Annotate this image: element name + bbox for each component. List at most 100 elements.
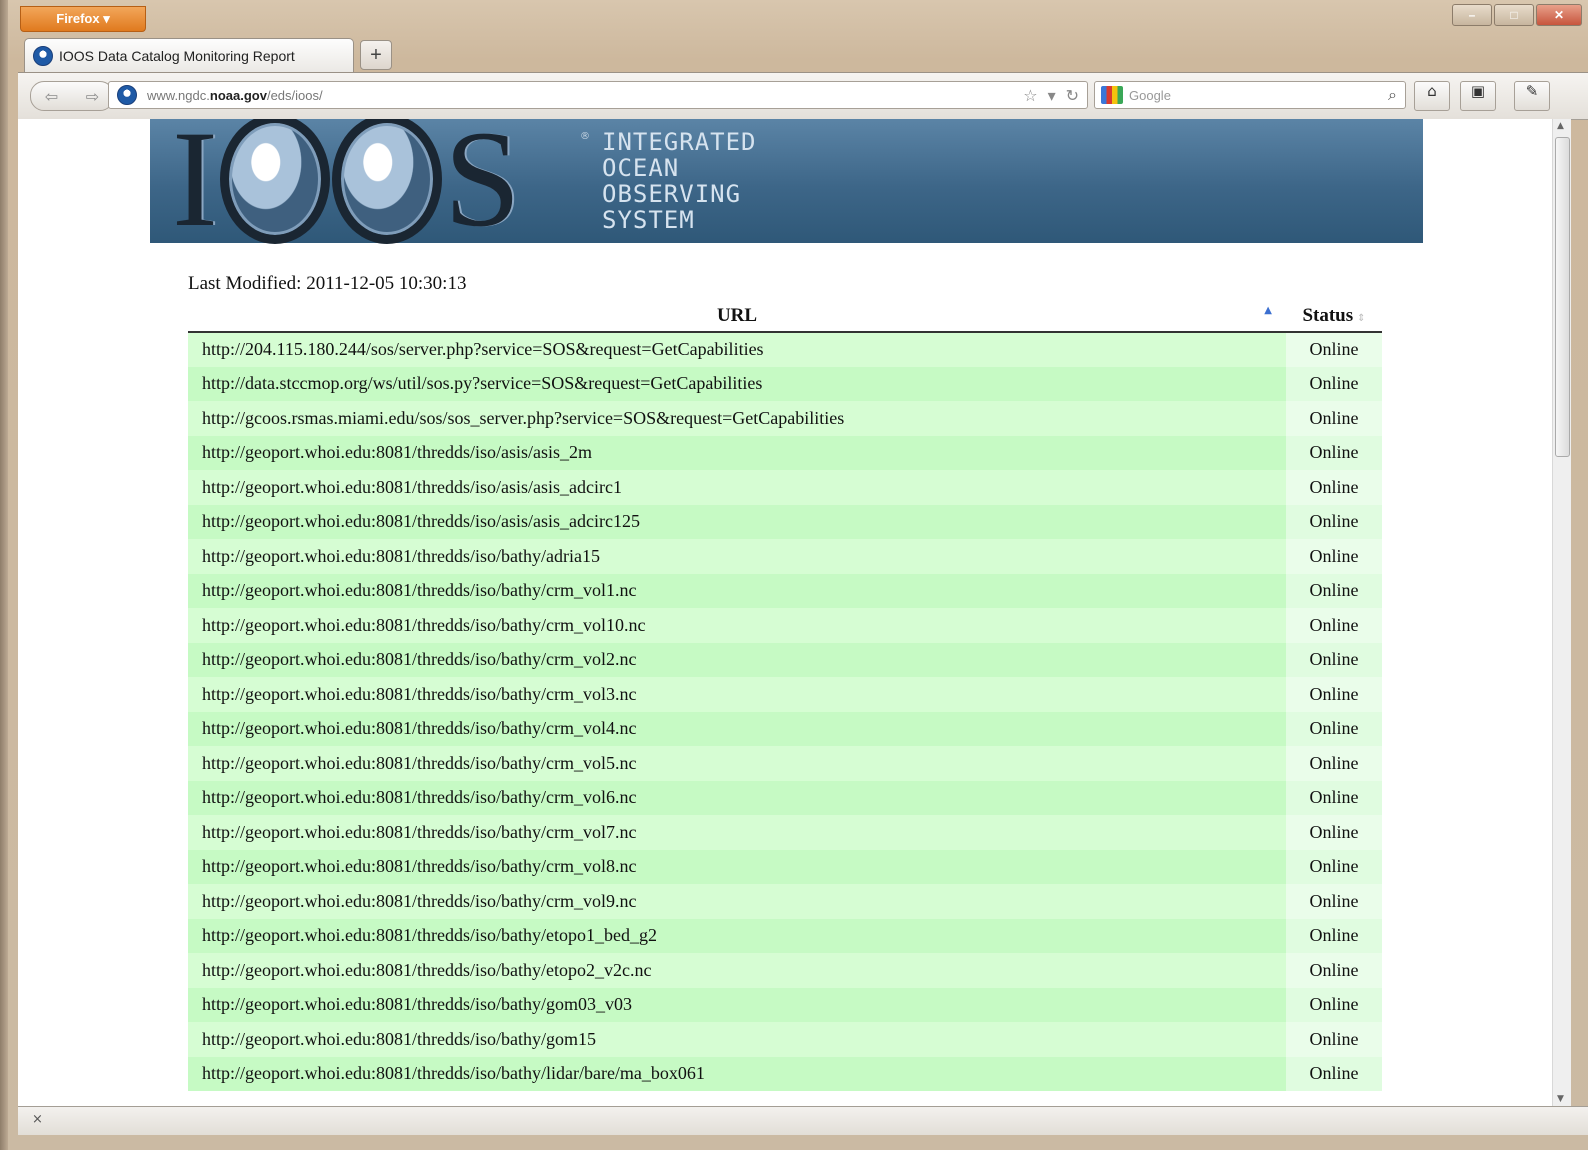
status-cell: Online	[1286, 849, 1382, 884]
status-cell: Online	[1286, 711, 1382, 746]
minimize-button[interactable]: –	[1452, 4, 1492, 26]
sort-icon: ⇕	[1357, 313, 1366, 324]
url-cell: http://geoport.whoi.edu:8081/thredds/iso…	[188, 746, 1286, 781]
url-cell: http://geoport.whoi.edu:8081/thredds/iso…	[188, 849, 1286, 884]
banner-line: OCEAN	[602, 154, 680, 182]
status-cell: Online	[1286, 1022, 1382, 1057]
puzzle-icon: ✎	[1525, 82, 1539, 100]
banner-title: INTEGRATED OCEAN OBSERVING SYSTEM	[602, 129, 757, 233]
table-row: http://geoport.whoi.edu:8081/thredds/iso…	[188, 608, 1382, 643]
bookmark-star-icon[interactable]: ☆	[1023, 86, 1037, 105]
status-cell: Online	[1286, 401, 1382, 436]
table-row: http://data.stccmop.org/ws/util/sos.py?s…	[188, 366, 1382, 401]
url-cell: http://geoport.whoi.edu:8081/thredds/iso…	[188, 470, 1286, 505]
table-row: http://geoport.whoi.edu:8081/thredds/iso…	[188, 780, 1382, 815]
table-row: http://geoport.whoi.edu:8081/thredds/iso…	[188, 953, 1382, 988]
url-cell: http://geoport.whoi.edu:8081/thredds/iso…	[188, 815, 1286, 850]
url-cell: http://204.115.180.244/sos/server.php?se…	[188, 332, 1286, 367]
table-row: http://geoport.whoi.edu:8081/thredds/iso…	[188, 815, 1382, 850]
status-cell: Online	[1286, 884, 1382, 919]
url-suffix: /eds/ioos/	[266, 87, 323, 103]
home-button[interactable]: ⌂	[1414, 81, 1450, 111]
status-cell: Online	[1286, 780, 1382, 815]
maximize-button[interactable]: □	[1494, 4, 1534, 26]
url-cell: http://geoport.whoi.edu:8081/thredds/iso…	[188, 677, 1286, 712]
url-cell: http://geoport.whoi.edu:8081/thredds/iso…	[188, 539, 1286, 574]
vertical-scrollbar[interactable]: ▲ ▼	[1552, 119, 1571, 1106]
table-row: http://geoport.whoi.edu:8081/thredds/iso…	[188, 470, 1382, 505]
url-cell: http://gcoos.rsmas.miami.edu/sos/sos_ser…	[188, 401, 1286, 436]
site-identity-icon[interactable]	[117, 85, 137, 105]
page-content: I S ® INTEGRATED OCEAN OBSERVING SYSTEM …	[18, 119, 1552, 1106]
ioos-banner: I S ® INTEGRATED OCEAN OBSERVING SYSTEM	[150, 119, 1423, 248]
url-cell: http://geoport.whoi.edu:8081/thredds/iso…	[188, 884, 1286, 919]
noaa-favicon-icon	[33, 45, 53, 66]
new-tab-button[interactable]: +	[360, 40, 392, 70]
url-column-header[interactable]: URL ▲	[188, 301, 1286, 333]
bookmarks-button[interactable]: ▣	[1460, 81, 1496, 111]
logo-letter-i: I	[172, 119, 218, 255]
table-row: http://geoport.whoi.edu:8081/thredds/iso…	[188, 884, 1382, 919]
status-cell: Online	[1286, 366, 1382, 401]
add-on-bar: ×	[18, 1106, 1588, 1135]
url-cell: http://geoport.whoi.edu:8081/thredds/iso…	[188, 987, 1286, 1022]
url-cell: http://geoport.whoi.edu:8081/thredds/iso…	[188, 1056, 1286, 1091]
scrollbar-thumb[interactable]	[1555, 137, 1570, 457]
url-cell: http://geoport.whoi.edu:8081/thredds/iso…	[188, 1022, 1286, 1057]
forward-arrow-icon[interactable]: ⇨	[86, 87, 99, 106]
search-placeholder: Google	[1129, 87, 1171, 103]
url-cell: http://geoport.whoi.edu:8081/thredds/iso…	[188, 642, 1286, 677]
url-cell: http://geoport.whoi.edu:8081/thredds/iso…	[188, 435, 1286, 470]
table-row: http://204.115.180.244/sos/server.php?se…	[188, 332, 1382, 367]
google-engine-icon[interactable]	[1101, 86, 1123, 104]
reload-icon[interactable]: ↻	[1066, 86, 1079, 105]
addons-button[interactable]: ✎	[1514, 81, 1550, 111]
search-input[interactable]: Google ⌕	[1094, 81, 1406, 109]
status-cell: Online	[1286, 815, 1382, 850]
table-body: http://204.115.180.244/sos/server.php?se…	[188, 332, 1382, 1091]
status-cell: Online	[1286, 677, 1382, 712]
address-bar[interactable]: www.ngdc. noaa.gov/eds/ioos/ ☆ ▾ ↻	[108, 81, 1088, 109]
window-controls: – □ ✕	[1452, 4, 1582, 26]
table-row: http://gcoos.rsmas.miami.edu/sos/sos_ser…	[188, 401, 1382, 436]
banner-line: SYSTEM	[602, 206, 695, 234]
globe-icon	[219, 119, 330, 244]
table-row: http://geoport.whoi.edu:8081/thredds/iso…	[188, 435, 1382, 470]
scroll-down-icon[interactable]: ▼	[1557, 1094, 1564, 1104]
table-row: http://geoport.whoi.edu:8081/thredds/iso…	[188, 918, 1382, 953]
status-cell: Online	[1286, 987, 1382, 1022]
sort-ascending-icon: ▲	[1264, 305, 1272, 316]
banner-line: OBSERVING	[602, 180, 742, 208]
status-cell: Online	[1286, 642, 1382, 677]
registered-mark: ®	[580, 131, 590, 142]
status-cell: Online	[1286, 539, 1382, 574]
url-cell: http://geoport.whoi.edu:8081/thredds/iso…	[188, 504, 1286, 539]
bookmarks-icon: ▣	[1470, 82, 1486, 100]
url-prefix: www.ngdc.	[147, 87, 210, 103]
status-cell: Online	[1286, 1056, 1382, 1091]
url-cell: http://geoport.whoi.edu:8081/thredds/iso…	[188, 780, 1286, 815]
close-window-button[interactable]: ✕	[1536, 4, 1582, 26]
url-cell: http://geoport.whoi.edu:8081/thredds/iso…	[188, 918, 1286, 953]
close-icon[interactable]: ×	[32, 1112, 43, 1127]
dropdown-arrow-icon[interactable]: ▾	[1048, 86, 1056, 105]
last-modified: Last Modified: 2011-12-05 10:30:13	[188, 273, 467, 294]
table-row: http://geoport.whoi.edu:8081/thredds/iso…	[188, 642, 1382, 677]
search-icon[interactable]: ⌕	[1388, 85, 1397, 105]
back-forward-buttons: ⇦ ⇨	[30, 81, 114, 111]
status-cell: Online	[1286, 504, 1382, 539]
status-cell: Online	[1286, 953, 1382, 988]
status-column-header[interactable]: Status ⇕	[1286, 301, 1382, 333]
ioos-logo: I S	[172, 119, 521, 248]
status-cell: Online	[1286, 470, 1382, 505]
back-arrow-icon[interactable]: ⇦	[45, 87, 58, 106]
status-cell: Online	[1286, 332, 1382, 367]
scroll-up-icon[interactable]: ▲	[1557, 121, 1564, 131]
url-domain: noaa.gov	[209, 87, 267, 103]
table-row: http://geoport.whoi.edu:8081/thredds/iso…	[188, 1022, 1382, 1057]
table-row: http://geoport.whoi.edu:8081/thredds/iso…	[188, 711, 1382, 746]
firefox-menu-button[interactable]: Firefox ▾	[20, 6, 146, 32]
url-cell: http://data.stccmop.org/ws/util/sos.py?s…	[188, 366, 1286, 401]
status-cell: Online	[1286, 573, 1382, 608]
tab-ioos-report[interactable]: IOOS Data Catalog Monitoring Report	[24, 38, 354, 72]
